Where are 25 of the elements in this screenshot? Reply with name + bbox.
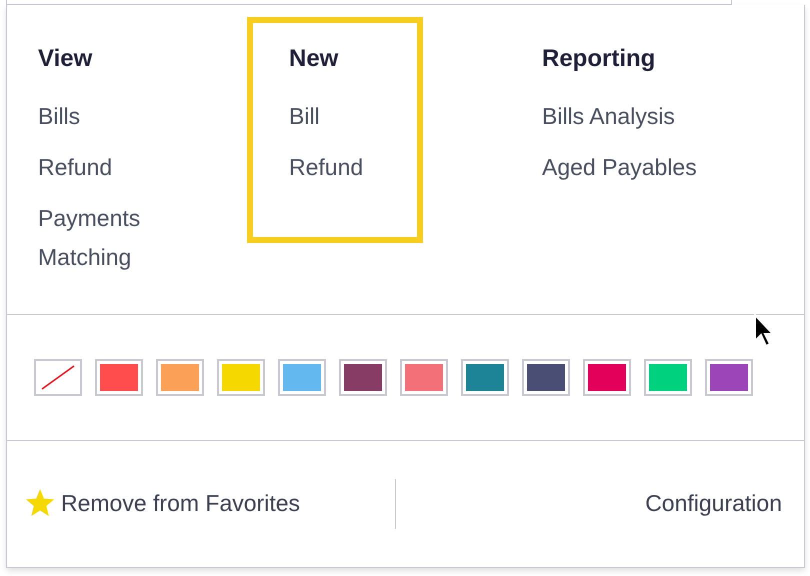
color-swatch[interactable] [644, 359, 692, 396]
menu-item[interactable]: Bills Analysis [542, 97, 742, 136]
no-color-swatch[interactable] [34, 359, 82, 396]
color-swatch[interactable] [278, 359, 326, 396]
menu-item[interactable]: Refund [289, 148, 489, 187]
color-swatch[interactable] [400, 359, 448, 396]
section-heading: Reporting [542, 45, 656, 73]
star-icon[interactable] [25, 489, 55, 518]
menu-item[interactable]: Bills [38, 97, 238, 136]
color-swatch[interactable] [339, 359, 387, 396]
remove-favorites-link[interactable]: Remove from Favorites [61, 490, 300, 517]
menu-item[interactable]: Payments Matching [38, 199, 238, 277]
color-swatch[interactable] [522, 359, 570, 396]
color-swatch[interactable] [95, 359, 143, 396]
menu-item[interactable]: Refund [38, 148, 238, 187]
configuration-link[interactable]: Configuration [645, 490, 782, 517]
color-swatch[interactable] [156, 359, 204, 396]
section-heading: View [38, 45, 94, 73]
color-swatch[interactable] [461, 359, 509, 396]
color-swatch[interactable] [705, 359, 753, 396]
color-swatch[interactable] [217, 359, 265, 396]
menu-item[interactable]: Bill [289, 97, 489, 136]
color-swatch[interactable] [583, 359, 631, 396]
section-heading: New [289, 45, 340, 73]
menu-item[interactable]: Aged Payables [542, 148, 742, 187]
